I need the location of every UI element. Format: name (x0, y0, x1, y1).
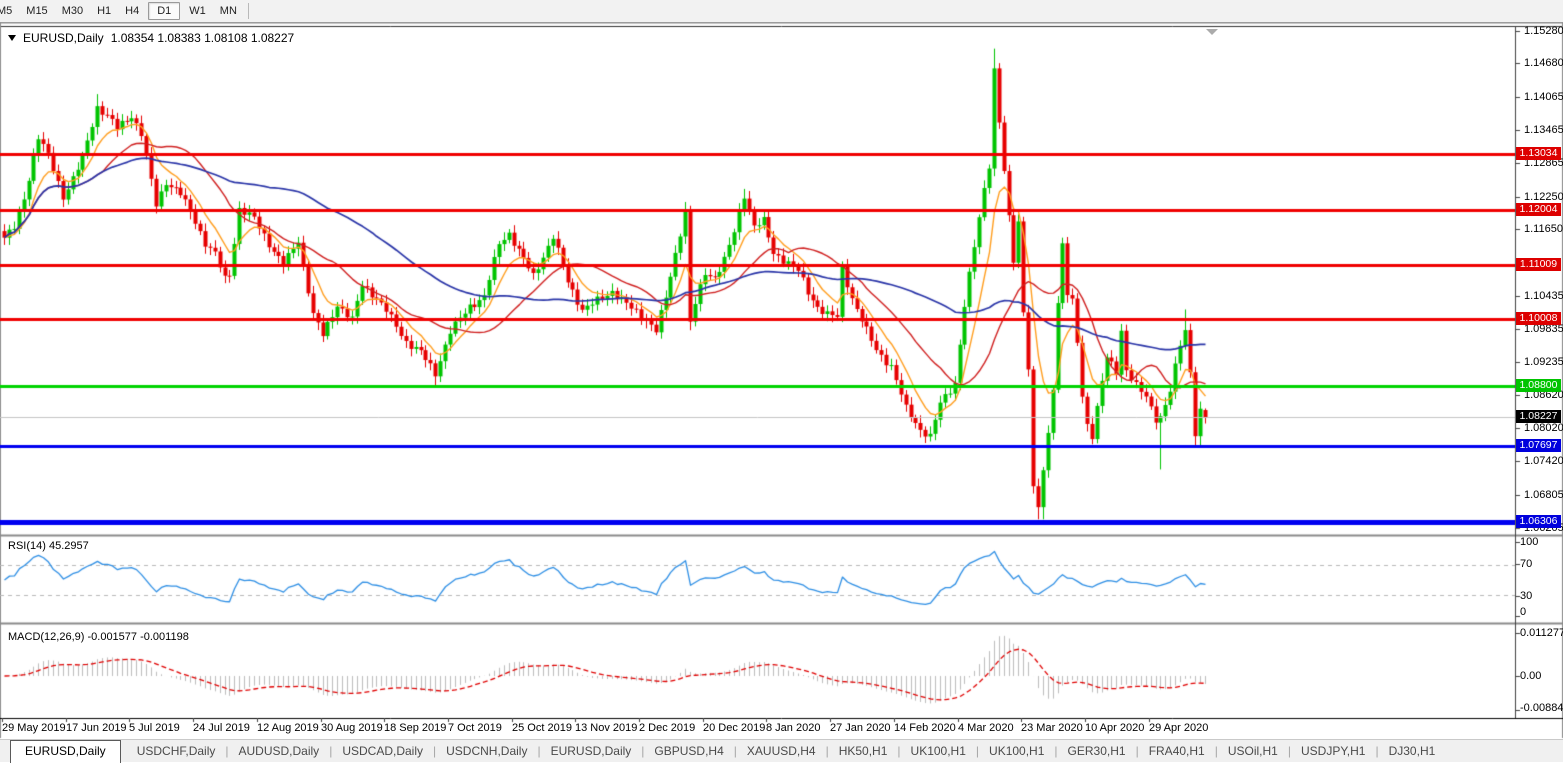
rsi-scale-label: 30 (1520, 590, 1533, 602)
timeframe-button-w1[interactable]: W1 (182, 2, 213, 20)
chart-title: EURUSD,Daily 1.08354 1.08383 1.08108 1.0… (8, 31, 294, 45)
chart-tab-uk100-h1[interactable]: UK100,H1 (901, 741, 976, 762)
hline-price-badge: 1.08800 (1516, 378, 1561, 392)
chart-tab-xauusd-h4[interactable]: XAUUSD,H4 (737, 741, 826, 762)
time-axis-label: 27 Jan 2020 (830, 722, 891, 734)
chart-tab-usdchf-daily[interactable]: USDCHF,Daily (127, 741, 226, 762)
price-axis-tick-label: 1.14065 (1524, 91, 1563, 104)
chart-tab-gbpusd-h4[interactable]: GBPUSD,H4 (644, 741, 733, 762)
toolbar-separator (247, 3, 249, 19)
price-axis-tick-label: 1.10435 (1524, 290, 1563, 303)
chart-tab-fra40-h1[interactable]: FRA40,H1 (1139, 741, 1215, 762)
macd-scale-label: 0.00 (1520, 670, 1542, 682)
rsi-scale-label: 70 (1520, 558, 1533, 570)
price-axis-tick-label: 1.06805 (1524, 488, 1563, 501)
price-axis-tick-label: 1.09235 (1524, 355, 1563, 368)
chart-tab-hk50-h1[interactable]: HK50,H1 (829, 741, 898, 762)
chart-tab-usdjpy-h1[interactable]: USDJPY,H1 (1291, 741, 1375, 762)
chart-tab-uk100-h1[interactable]: UK100,H1 (979, 741, 1054, 762)
hline-price-badge: 1.11009 (1516, 257, 1561, 271)
hline-price-badge: 1.07697 (1516, 439, 1561, 453)
timeframe-button-m5[interactable]: M5 (0, 2, 19, 20)
time-axis-label: 17 Jun 2019 (66, 722, 127, 734)
hline-price-badge: 1.10008 (1516, 312, 1561, 326)
price-axis-tick-label: 1.15280 (1524, 24, 1563, 37)
timeframe-button-m15[interactable]: M15 (19, 2, 54, 20)
macd-scale-label: 0.011277 (1520, 627, 1563, 639)
rsi-scale-label: 0 (1520, 606, 1527, 618)
chart-ohlc-values: 1.08354 1.08383 1.08108 1.08227 (110, 31, 295, 45)
time-axis-label: 30 Aug 2019 (321, 722, 383, 734)
price-axis-tick-label: 1.11650 (1524, 223, 1563, 236)
chart-tab-audusd-daily[interactable]: AUDUSD,Daily (229, 741, 330, 762)
time-axis-label: 2 Dec 2019 (639, 722, 696, 734)
chart-tab-usoil-h1[interactable]: USOil,H1 (1218, 741, 1288, 762)
price-chart-canvas[interactable] (0, 0, 1563, 762)
time-axis-label: 18 Sep 2019 (384, 722, 447, 734)
chart-tab-usdcad-daily[interactable]: USDCAD,Daily (332, 741, 433, 762)
timeframe-button-h4[interactable]: H4 (118, 2, 146, 20)
chart-tab-ger30-h1[interactable]: GER30,H1 (1058, 741, 1136, 762)
time-axis-label: 8 Jan 2020 (766, 722, 821, 734)
current-price-badge: 1.08227 (1516, 410, 1561, 423)
price-axis-tick-label: 1.07420 (1524, 455, 1563, 468)
price-axis-tick-label: 1.13465 (1524, 124, 1563, 136)
time-axis-label: 29 May 2019 (2, 722, 66, 734)
price-axis-tick-label: 1.14680 (1524, 57, 1563, 70)
timeframe-button-d1[interactable]: D1 (148, 2, 181, 20)
timeframe-toolbar: M5 M15 M30 H1 H4 D1 W1 MN (0, 0, 1563, 22)
price-axis-tick-label: 1.08020 (1524, 422, 1563, 435)
price-axis-tick-label: 1.12250 (1524, 190, 1563, 203)
rsi-label: RSI(14) 45.2957 (8, 540, 89, 552)
hline-price-badge: 1.06306 (1516, 515, 1561, 529)
time-axis-label: 14 Feb 2020 (894, 722, 956, 734)
time-axis-label: 25 Oct 2019 (512, 722, 572, 734)
time-axis-label: 5 Jul 2019 (129, 722, 180, 734)
chart-tab-dj30-h1[interactable]: DJ30,H1 (1379, 741, 1446, 762)
time-axis-label: 23 Mar 2020 (1021, 722, 1083, 734)
mt4-chart-window: { "toolbar": { "timeframes": ["M5","M15"… (0, 0, 1563, 763)
time-axis-label: 24 Jul 2019 (193, 722, 250, 734)
chart-symbol-period: EURUSD,Daily (23, 31, 104, 45)
time-axis-label: 10 Apr 2020 (1085, 722, 1145, 734)
chart-tab-eurusd-daily[interactable]: EURUSD,Daily (10, 740, 121, 763)
chart-dropdown-caret-icon[interactable] (8, 35, 16, 41)
chart-tab-usdcnh-daily[interactable]: USDCNH,Daily (436, 741, 537, 762)
rsi-scale-label: 100 (1520, 536, 1539, 548)
time-axis-label: 13 Nov 2019 (575, 722, 638, 734)
chart-tab-bar: EURUSD,Daily USDCHF,Daily | AUDUSD,Daily | US… (0, 739, 1563, 763)
timeframe-button-m30[interactable]: M30 (55, 2, 90, 20)
time-axis-label: 12 Aug 2019 (257, 722, 319, 734)
hline-price-badge: 1.12004 (1516, 203, 1561, 217)
chart-tab-eurusd-daily[interactable]: EURUSD,Daily (541, 741, 642, 762)
time-axis-label: 20 Dec 2019 (703, 722, 766, 734)
macd-label: MACD(12,26,9) -0.001577 -0.001198 (8, 631, 189, 643)
time-axis-label: 7 Oct 2019 (448, 722, 502, 734)
macd-scale-label: -0.008845 (1520, 702, 1563, 714)
timeframe-button-h1[interactable]: H1 (90, 2, 118, 20)
chart-shift-marker-icon (1206, 29, 1218, 35)
hline-price-badge: 1.13034 (1516, 146, 1561, 160)
time-axis-label: 4 Mar 2020 (958, 722, 1014, 734)
time-axis-label: 29 Apr 2020 (1149, 722, 1209, 734)
timeframe-button-mn[interactable]: MN (213, 2, 244, 20)
